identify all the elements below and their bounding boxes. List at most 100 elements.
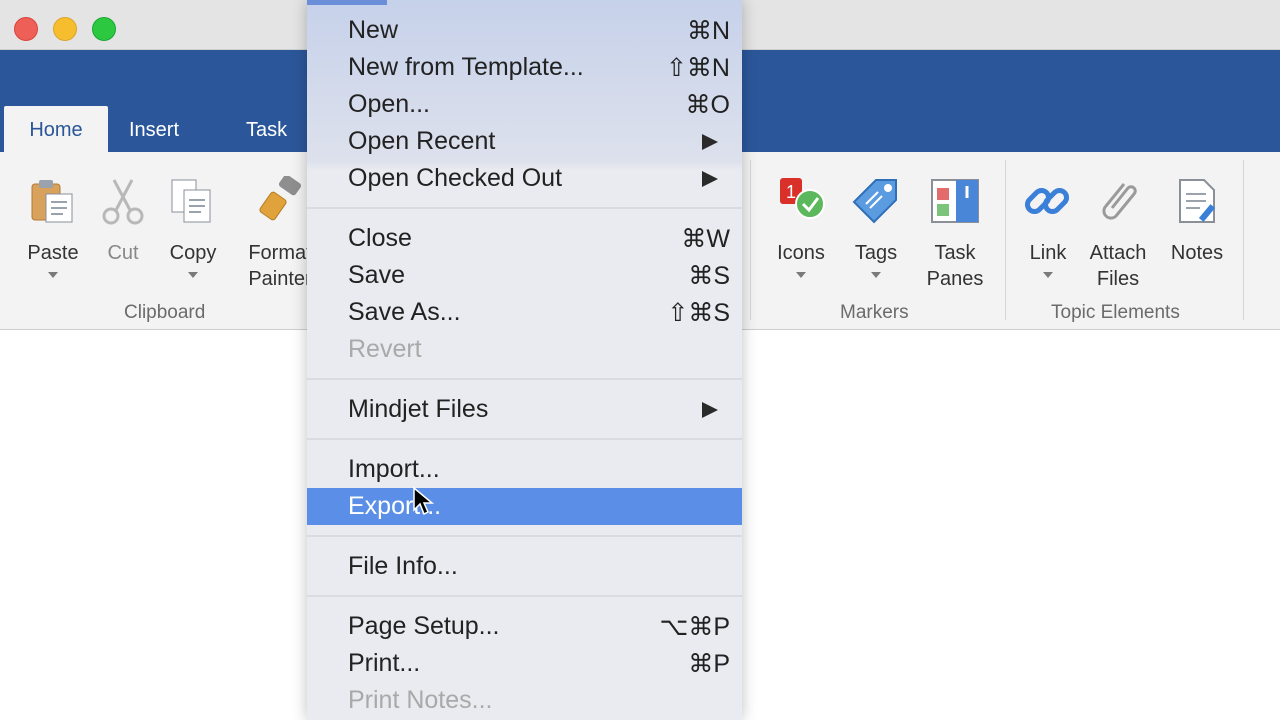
menu-item-mindjet-files[interactable]: Mindjet Files — [307, 391, 742, 428]
menu-item-shortcut: ⌘P — [688, 650, 730, 678]
menu-item-label: Open... — [348, 90, 430, 118]
copy-dropdown-caret[interactable] — [188, 272, 198, 278]
ribbon-separator — [1243, 160, 1244, 320]
menu-item-label: Open Checked Out — [348, 164, 563, 192]
cut-icon — [102, 179, 144, 225]
link-button[interactable]: Link — [1020, 240, 1076, 278]
menu-item-print-notes: Print Notes... — [307, 682, 742, 719]
tags-button[interactable]: Tags — [846, 240, 906, 278]
notes-button[interactable]: Notes — [1164, 240, 1230, 266]
tags-dropdown-caret[interactable] — [871, 272, 881, 278]
attach-files-label-line2: Files — [1096, 268, 1140, 290]
menu-item-label: Print Notes... — [348, 686, 493, 714]
link-dropdown-caret[interactable] — [1043, 272, 1053, 278]
submenu-arrow-icon — [702, 134, 718, 150]
menu-item-open-recent[interactable]: Open Recent — [307, 123, 742, 160]
task-panes-icon — [931, 179, 979, 223]
tags-icon — [852, 179, 897, 224]
clipboard-group-label: Clipboard — [124, 302, 206, 323]
paste-button[interactable]: Paste — [18, 240, 88, 278]
menu-item-open[interactable]: Open... ⌘O — [307, 86, 742, 123]
tab-task[interactable]: Task — [246, 106, 287, 152]
menu-item-file-info[interactable]: File Info... — [307, 548, 742, 585]
menu-item-label: Import... — [348, 455, 440, 483]
menu-item-shortcut: ⌘W — [681, 225, 730, 253]
menu-item-label: Open Recent — [348, 127, 496, 155]
copy-icon — [171, 179, 211, 223]
menu-separator — [307, 595, 742, 597]
menu-item-new[interactable]: New ⌘N — [307, 12, 742, 49]
topic-elements-group-label: Topic Elements — [1051, 302, 1180, 323]
menu-item-print[interactable]: Print... ⌘P — [307, 645, 742, 682]
notes-label: Notes — [1170, 242, 1224, 264]
menu-item-import[interactable]: Import... — [307, 451, 742, 488]
menu-item-label: New from Template... — [348, 53, 584, 81]
menu-item-label: Close — [348, 224, 412, 252]
file-menu: New ⌘N New from Template... ⇧⌘N Open... … — [307, 0, 742, 720]
markers-group-label: Markers — [840, 302, 909, 323]
attach-files-button[interactable]: Attach Files — [1082, 240, 1154, 292]
link-label: Link — [1029, 242, 1067, 264]
mouse-cursor-icon — [413, 486, 435, 516]
menu-separator — [307, 207, 742, 209]
menu-separator — [307, 535, 742, 537]
paste-dropdown-caret[interactable] — [48, 272, 58, 278]
app-window: Home Insert Task Paste Cut Copy Format P… — [0, 0, 1280, 720]
menu-item-label: Print... — [348, 649, 421, 677]
task-panes-label-line1: Task — [934, 242, 976, 264]
menu-item-shortcut: ⌘O — [685, 91, 730, 119]
minimize-window-button[interactable] — [53, 17, 77, 41]
ribbon-separator — [750, 160, 751, 320]
tab-home[interactable]: Home — [4, 106, 108, 152]
menu-item-label: Save As... — [348, 298, 461, 326]
format-painter-icon — [259, 176, 302, 221]
menu-item-label: Mindjet Files — [348, 395, 489, 423]
menu-item-label: Save — [348, 261, 405, 289]
cut-label: Cut — [107, 242, 139, 264]
task-panes-label-line2: Panes — [926, 268, 984, 290]
menu-item-shortcut: ⌘S — [688, 262, 730, 290]
file-menu-tab-indicator — [307, 0, 387, 5]
maximize-window-button[interactable] — [92, 17, 116, 41]
menu-item-label: File Info... — [348, 552, 458, 580]
cut-button[interactable]: Cut — [96, 240, 150, 266]
menu-item-shortcut: ⌥⌘P — [659, 613, 730, 641]
menu-item-shortcut: ⇧⌘S — [667, 299, 730, 327]
copy-label: Copy — [169, 242, 217, 264]
format-painter-label-line2: Painter — [248, 268, 312, 290]
paste-label: Paste — [27, 242, 79, 264]
close-window-button[interactable] — [14, 17, 38, 41]
menu-item-revert: Revert — [307, 331, 742, 368]
icons-icon: 1 — [780, 178, 825, 219]
menu-item-label: New — [348, 16, 399, 44]
paste-icon — [31, 180, 73, 223]
format-painter-label-line1: Format — [248, 242, 312, 264]
paperclip-icon — [1102, 183, 1137, 220]
submenu-arrow-icon — [702, 171, 718, 187]
notes-icon — [1179, 179, 1216, 223]
submenu-arrow-icon — [702, 402, 718, 418]
menu-item-close[interactable]: Close ⌘W — [307, 220, 742, 257]
menu-item-shortcut: ⌘N — [686, 17, 730, 45]
menu-item-new-from-template[interactable]: New from Template... ⇧⌘N — [307, 49, 742, 86]
icons-button[interactable]: Icons — [768, 240, 834, 278]
menu-item-shortcut: ⇧⌘N — [665, 54, 730, 82]
task-panes-button[interactable]: Task Panes — [920, 240, 990, 292]
attach-files-label-line1: Attach — [1089, 242, 1147, 264]
svg-text:1: 1 — [786, 182, 796, 202]
menu-separator — [307, 378, 742, 380]
icons-dropdown-caret[interactable] — [796, 272, 806, 278]
tab-insert[interactable]: Insert — [129, 106, 179, 152]
menu-item-label: Revert — [348, 335, 422, 363]
menu-item-page-setup[interactable]: Page Setup... ⌥⌘P — [307, 608, 742, 645]
menu-separator — [307, 438, 742, 440]
ribbon-separator — [1005, 160, 1006, 320]
menu-item-save-as[interactable]: Save As... ⇧⌘S — [307, 294, 742, 331]
copy-button[interactable]: Copy — [160, 240, 226, 278]
menu-item-export[interactable]: Export... — [307, 488, 742, 525]
link-icon — [1024, 187, 1070, 215]
menu-item-open-checked-out[interactable]: Open Checked Out — [307, 160, 742, 197]
tags-label: Tags — [854, 242, 898, 264]
menu-item-save[interactable]: Save ⌘S — [307, 257, 742, 294]
menu-item-label: Page Setup... — [348, 612, 500, 640]
